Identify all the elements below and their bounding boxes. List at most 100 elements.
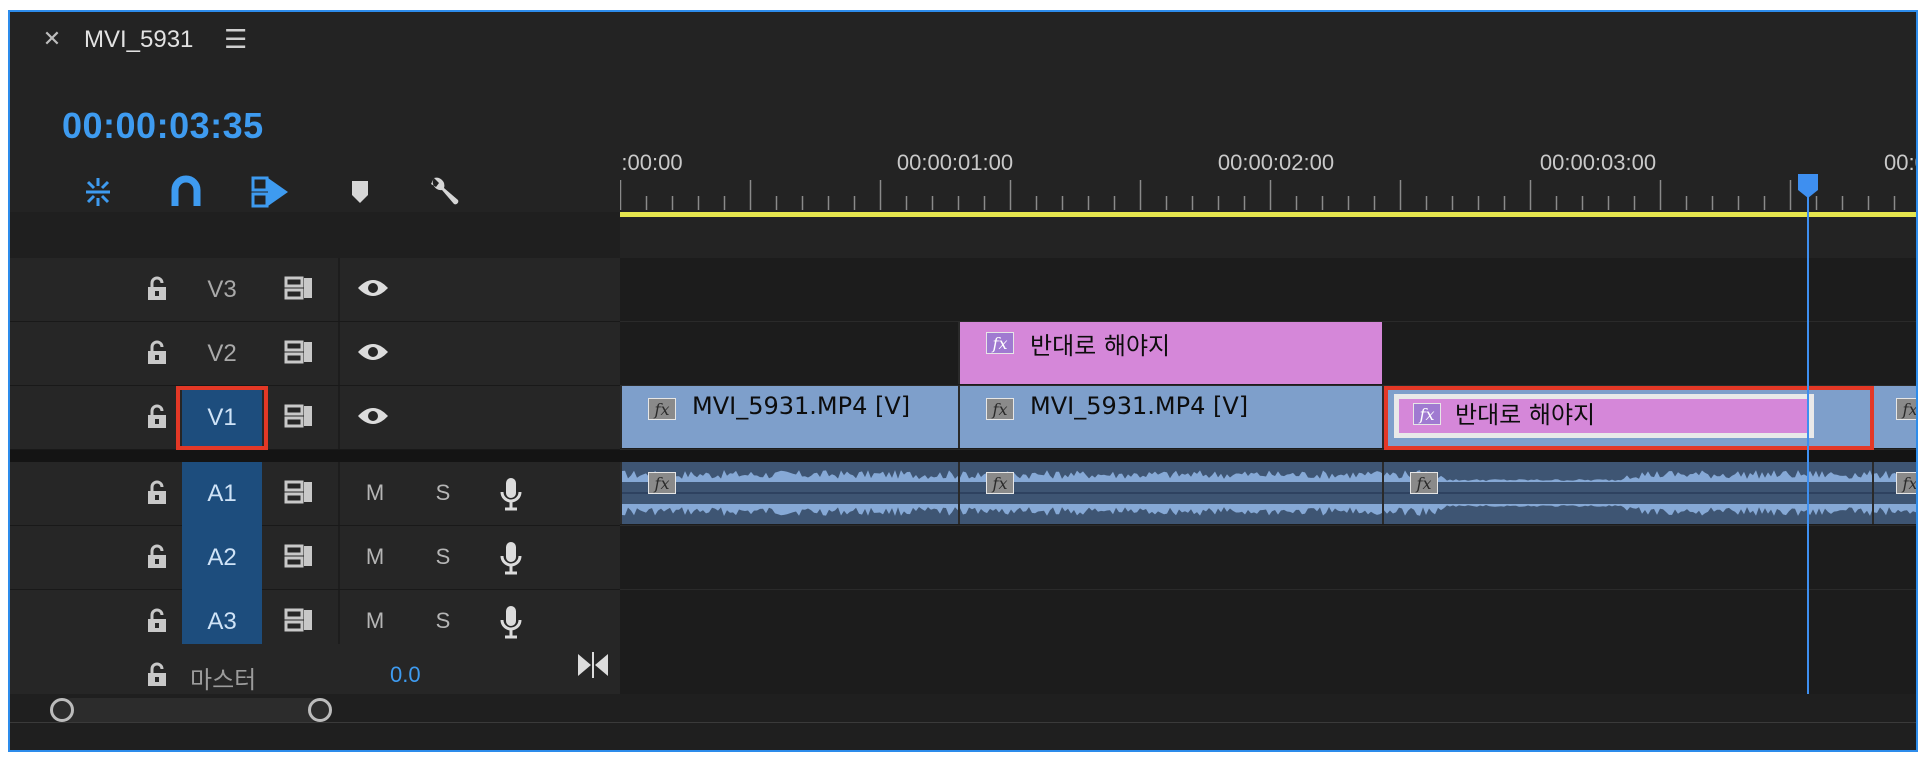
eye-icon[interactable]	[354, 276, 392, 300]
lock-icon[interactable]	[144, 660, 170, 690]
fx-badge: fx	[648, 472, 676, 494]
lock-icon[interactable]	[144, 338, 170, 368]
solo-button[interactable]: S	[428, 480, 458, 506]
master-track-label: 마스터	[190, 667, 257, 694]
master-track-header	[10, 644, 620, 694]
microphone-icon[interactable]	[496, 604, 526, 640]
zoom-handle-left[interactable]	[50, 698, 74, 722]
track-header-spacer	[10, 212, 620, 258]
lock-icon[interactable]	[144, 606, 170, 636]
microphone-icon[interactable]	[496, 540, 526, 576]
sync-lock-icon[interactable]	[282, 608, 316, 632]
sync-lock-icon[interactable]	[282, 276, 316, 300]
time-ruler[interactable]: :00:00 00:00:01:00 00:00:02:00 00:00:03:…	[620, 132, 1916, 212]
solo-button[interactable]: S	[428, 544, 458, 570]
playhead-handle[interactable]	[1796, 172, 1820, 200]
track-header-v3: V3	[10, 258, 620, 322]
track-header-v2: V2	[10, 322, 620, 386]
master-lane	[620, 644, 1916, 694]
audio-waveform	[1384, 470, 1872, 516]
snap-magnet-icon[interactable]	[164, 172, 208, 212]
track-lane-v1[interactable]: fx MVI_5931.MP4 [V] fx MVI_5931.MP4 [V] …	[620, 386, 1916, 450]
title-clip-v2[interactable]: fx 반대로 해야지	[958, 322, 1382, 384]
waveform-channel	[1384, 504, 1872, 516]
timeline-panel: ✕ MVI_5931 ☰ 00:00:03:35:00:00 00:00:01…	[8, 10, 1918, 752]
track-lane-a1[interactable]: fx fx fx fx	[620, 462, 1916, 526]
divider	[10, 722, 1916, 723]
add-marker-icon[interactable]	[338, 172, 382, 212]
microphone-icon[interactable]	[496, 476, 526, 512]
video-clip[interactable]: fx	[1872, 386, 1916, 448]
waveform-channel	[622, 504, 958, 516]
mute-button[interactable]: M	[360, 608, 390, 634]
audio-clip[interactable]: fx	[958, 462, 1382, 524]
track-lane-v3[interactable]	[620, 258, 1916, 322]
fx-badge: fx	[1896, 472, 1916, 494]
audio-clip[interactable]: fx	[620, 462, 958, 524]
highlight-box-v1-label	[176, 386, 268, 450]
nest-icon[interactable]	[76, 172, 120, 212]
sync-lock-icon[interactable]	[282, 544, 316, 568]
fx-badge: fx	[1896, 398, 1916, 420]
track-lane-a2[interactable]	[620, 526, 1916, 590]
audio-clip[interactable]: fx	[1382, 462, 1872, 524]
waveform-channel	[960, 470, 1382, 482]
lock-icon[interactable]	[144, 542, 170, 572]
magnet-svg	[171, 175, 201, 206]
nest-icon-svg	[86, 178, 110, 206]
clip-name: 반대로 해야지	[1030, 332, 1171, 360]
fx-badge: fx	[986, 398, 1014, 420]
track-header-a2: A2 M S	[10, 526, 620, 590]
fx-badge: fx	[1410, 472, 1438, 494]
solo-button[interactable]: S	[428, 608, 458, 634]
track-header-v1: V1	[10, 386, 620, 450]
waveform-channel	[1384, 470, 1872, 482]
playhead-line[interactable]	[1807, 180, 1809, 700]
audio-waveform	[960, 470, 1382, 516]
lock-icon[interactable]	[144, 402, 170, 432]
divider	[338, 526, 340, 589]
linked-selection-icon[interactable]	[248, 172, 292, 212]
eye-icon[interactable]	[354, 404, 392, 428]
track-label-v2[interactable]: V2	[182, 322, 262, 386]
divider	[338, 462, 340, 525]
close-icon[interactable]: ✕	[40, 24, 64, 54]
sync-lock-icon[interactable]	[282, 404, 316, 428]
sync-lock-icon[interactable]	[282, 340, 316, 364]
track-header-a1: A1 M S	[10, 462, 620, 526]
video-clip[interactable]: fx MVI_5931.MP4 [V]	[620, 386, 958, 448]
lock-icon[interactable]	[144, 478, 170, 508]
clip-name: MVI_5931.MP4 [V]	[1030, 392, 1249, 420]
wrench-settings-icon[interactable]	[422, 172, 466, 212]
track-separator	[10, 450, 1916, 462]
divider	[338, 386, 340, 449]
fx-badge: fx	[648, 398, 676, 420]
track-label-v3[interactable]: V3	[182, 258, 262, 322]
mute-button[interactable]: M	[360, 480, 390, 506]
eye-icon[interactable]	[354, 340, 392, 364]
track-label-a1[interactable]: A1	[182, 462, 262, 526]
waveform-channel	[960, 504, 1382, 516]
linked-selection-svg	[251, 176, 288, 208]
wrench-svg	[431, 177, 459, 205]
clip-name: MVI_5931.MP4 [V]	[692, 392, 911, 420]
video-clip[interactable]: fx MVI_5931.MP4 [V]	[958, 386, 1382, 448]
sync-lock-icon[interactable]	[282, 480, 316, 504]
sequence-title[interactable]: MVI_5931	[84, 26, 193, 54]
marker-svg	[352, 181, 368, 203]
audio-clip[interactable]: fx	[1872, 462, 1916, 524]
master-volume-value[interactable]: 0.0	[390, 662, 421, 688]
zoom-handle-right[interactable]	[308, 698, 332, 722]
zoom-scrollbar[interactable]	[60, 698, 322, 722]
lock-icon[interactable]	[144, 274, 170, 304]
track-lane-v2[interactable]: fx 반대로 해야지	[620, 322, 1916, 386]
go-to-in-out-icon[interactable]	[576, 650, 610, 680]
divider	[338, 258, 340, 321]
mute-button[interactable]: M	[360, 544, 390, 570]
fx-badge: fx	[986, 332, 1014, 354]
work-area-bar[interactable]	[620, 212, 1916, 217]
hamburger-menu-icon[interactable]: ☰	[224, 24, 247, 54]
ruler-ticks	[620, 180, 1896, 210]
playhead-timecode[interactable]: 00:00:03:35	[62, 106, 264, 146]
track-label-a2[interactable]: A2	[182, 526, 262, 590]
